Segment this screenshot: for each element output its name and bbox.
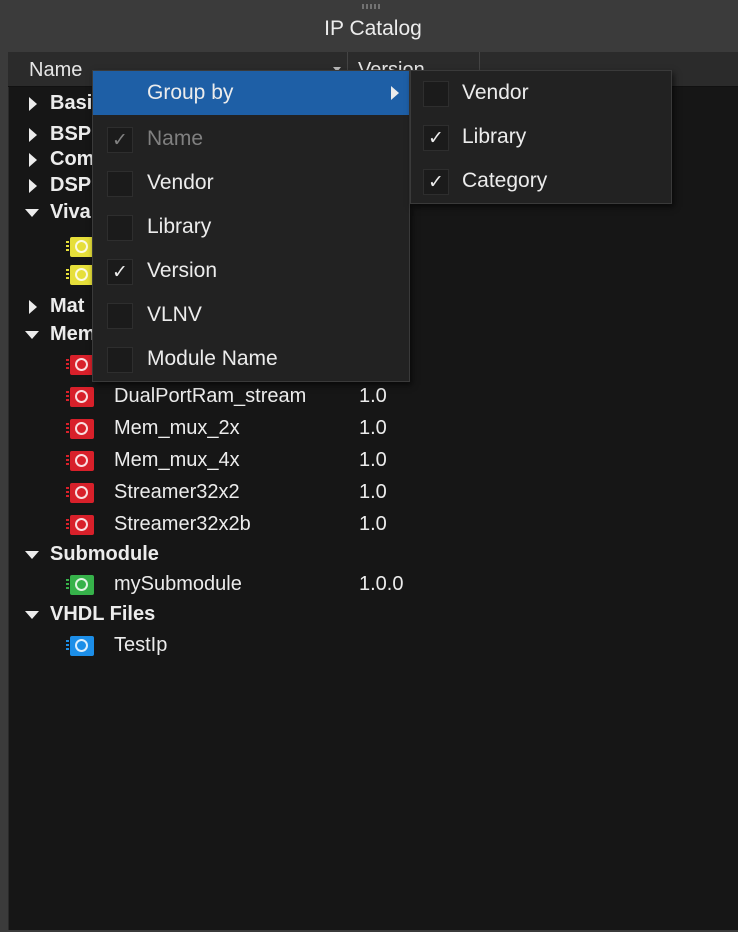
- column-header-name-label: Name: [29, 59, 83, 81]
- item-version: 1.0: [359, 513, 387, 535]
- menu-item-label: Vendor: [147, 171, 214, 194]
- ip-core-icon: [66, 575, 94, 595]
- tree-category-submodule[interactable]: Submodule: [8, 539, 738, 570]
- menu-item-module-name[interactable]: Module Name: [93, 337, 409, 381]
- item-name: Streamer32x2: [114, 481, 240, 503]
- expand-arrow-icon[interactable]: [29, 300, 37, 314]
- tree-item[interactable]: Mem_mux_2x 1.0: [8, 413, 738, 444]
- item-version: 1.0: [359, 449, 387, 471]
- ip-core-icon: [66, 483, 94, 503]
- expand-arrow-icon[interactable]: [29, 179, 37, 193]
- menu-item-label: Name: [147, 127, 204, 150]
- dock-grip-handle[interactable]: [362, 4, 380, 9]
- item-name: Mem_mux_2x: [114, 417, 240, 439]
- checkbox-icon: [423, 81, 449, 107]
- checkbox-icon: ✓: [423, 125, 449, 151]
- tree-item[interactable]: mySubmodule 1.0.0: [8, 569, 738, 600]
- ip-core-icon: [66, 237, 94, 257]
- submenu-item-library[interactable]: ✓ Library: [411, 115, 671, 159]
- item-name: TestIp: [114, 634, 168, 656]
- item-name: Streamer32x2b: [114, 513, 251, 535]
- item-version: 1.0: [359, 417, 387, 439]
- menu-item-label: VLNV: [147, 303, 202, 326]
- ip-core-icon: [66, 387, 94, 407]
- collapse-arrow-icon[interactable]: [25, 611, 39, 619]
- item-name: mySubmodule: [114, 573, 242, 595]
- tree-item[interactable]: TestIp: [8, 630, 738, 661]
- category-label: Mat: [50, 295, 85, 317]
- checkbox-icon: ✓: [107, 259, 133, 285]
- item-name: DualPortRam_stream: [114, 385, 307, 407]
- ip-core-icon: [66, 451, 94, 471]
- menu-item-name: ✓ Name: [93, 117, 409, 161]
- collapse-arrow-icon[interactable]: [25, 331, 39, 339]
- menu-item-label: Version: [147, 259, 218, 282]
- vhdl-file-icon: [66, 636, 94, 656]
- menu-item-version[interactable]: ✓ Version: [93, 249, 409, 293]
- menu-item-library[interactable]: Library: [93, 205, 409, 249]
- ip-catalog-window: IP Catalog Name Version Basic BSP Com DS…: [0, 0, 738, 932]
- menu-item-vlnv[interactable]: VLNV: [93, 293, 409, 337]
- item-version: 1.0.0: [359, 573, 404, 595]
- checkbox-icon: [107, 347, 133, 373]
- collapse-arrow-icon[interactable]: [25, 551, 39, 559]
- submenu-arrow-icon: [391, 86, 399, 100]
- category-label: VHDL Files: [50, 603, 156, 625]
- checkbox-icon: ✓: [107, 127, 133, 153]
- tree-category-vhdl-files[interactable]: VHDL Files: [8, 599, 738, 630]
- checkbox-icon: ✓: [423, 169, 449, 195]
- checkbox-icon: [107, 215, 133, 241]
- ip-core-icon: [66, 515, 94, 535]
- submenu-item-vendor[interactable]: Vendor: [411, 71, 671, 115]
- tree-item[interactable]: Streamer32x2 1.0: [8, 477, 738, 508]
- menu-item-label: Module Name: [147, 347, 278, 370]
- expand-arrow-icon[interactable]: [29, 128, 37, 142]
- ip-core-icon: [66, 265, 94, 285]
- tree-item[interactable]: Mem_mux_4x 1.0: [8, 445, 738, 476]
- checkbox-icon: [107, 303, 133, 329]
- ip-core-icon: [66, 355, 94, 375]
- menu-item-vendor[interactable]: Vendor: [93, 161, 409, 205]
- menu-item-label: Group by: [147, 81, 234, 104]
- expand-arrow-icon[interactable]: [29, 153, 37, 167]
- category-label: Submodule: [50, 543, 159, 565]
- column-context-menu: Group by ✓ Name Vendor Library ✓ Version…: [92, 70, 410, 382]
- menu-item-label: Library: [147, 215, 212, 238]
- tree-item[interactable]: Streamer32x2b 1.0: [8, 509, 738, 540]
- expand-arrow-icon[interactable]: [29, 97, 37, 111]
- panel-title: IP Catalog: [324, 17, 422, 40]
- tree-item[interactable]: DualPortRam_stream 1.0: [8, 381, 738, 412]
- item-version: 1.0: [359, 385, 387, 407]
- menu-item-label: Category: [462, 169, 548, 192]
- item-name: Mem_mux_4x: [114, 449, 240, 471]
- category-label: Mem: [50, 323, 96, 345]
- menu-item-group-by[interactable]: Group by: [93, 71, 409, 115]
- menu-item-label: Vendor: [462, 81, 529, 104]
- ip-core-icon: [66, 419, 94, 439]
- checkbox-icon: [107, 171, 133, 197]
- category-label: Viva: [50, 201, 91, 223]
- submenu-item-category[interactable]: ✓ Category: [411, 159, 671, 203]
- group-by-submenu: Vendor ✓ Library ✓ Category: [410, 70, 672, 204]
- item-version: 1.0: [359, 481, 387, 503]
- menu-item-label: Library: [462, 125, 527, 148]
- collapse-arrow-icon[interactable]: [25, 209, 39, 217]
